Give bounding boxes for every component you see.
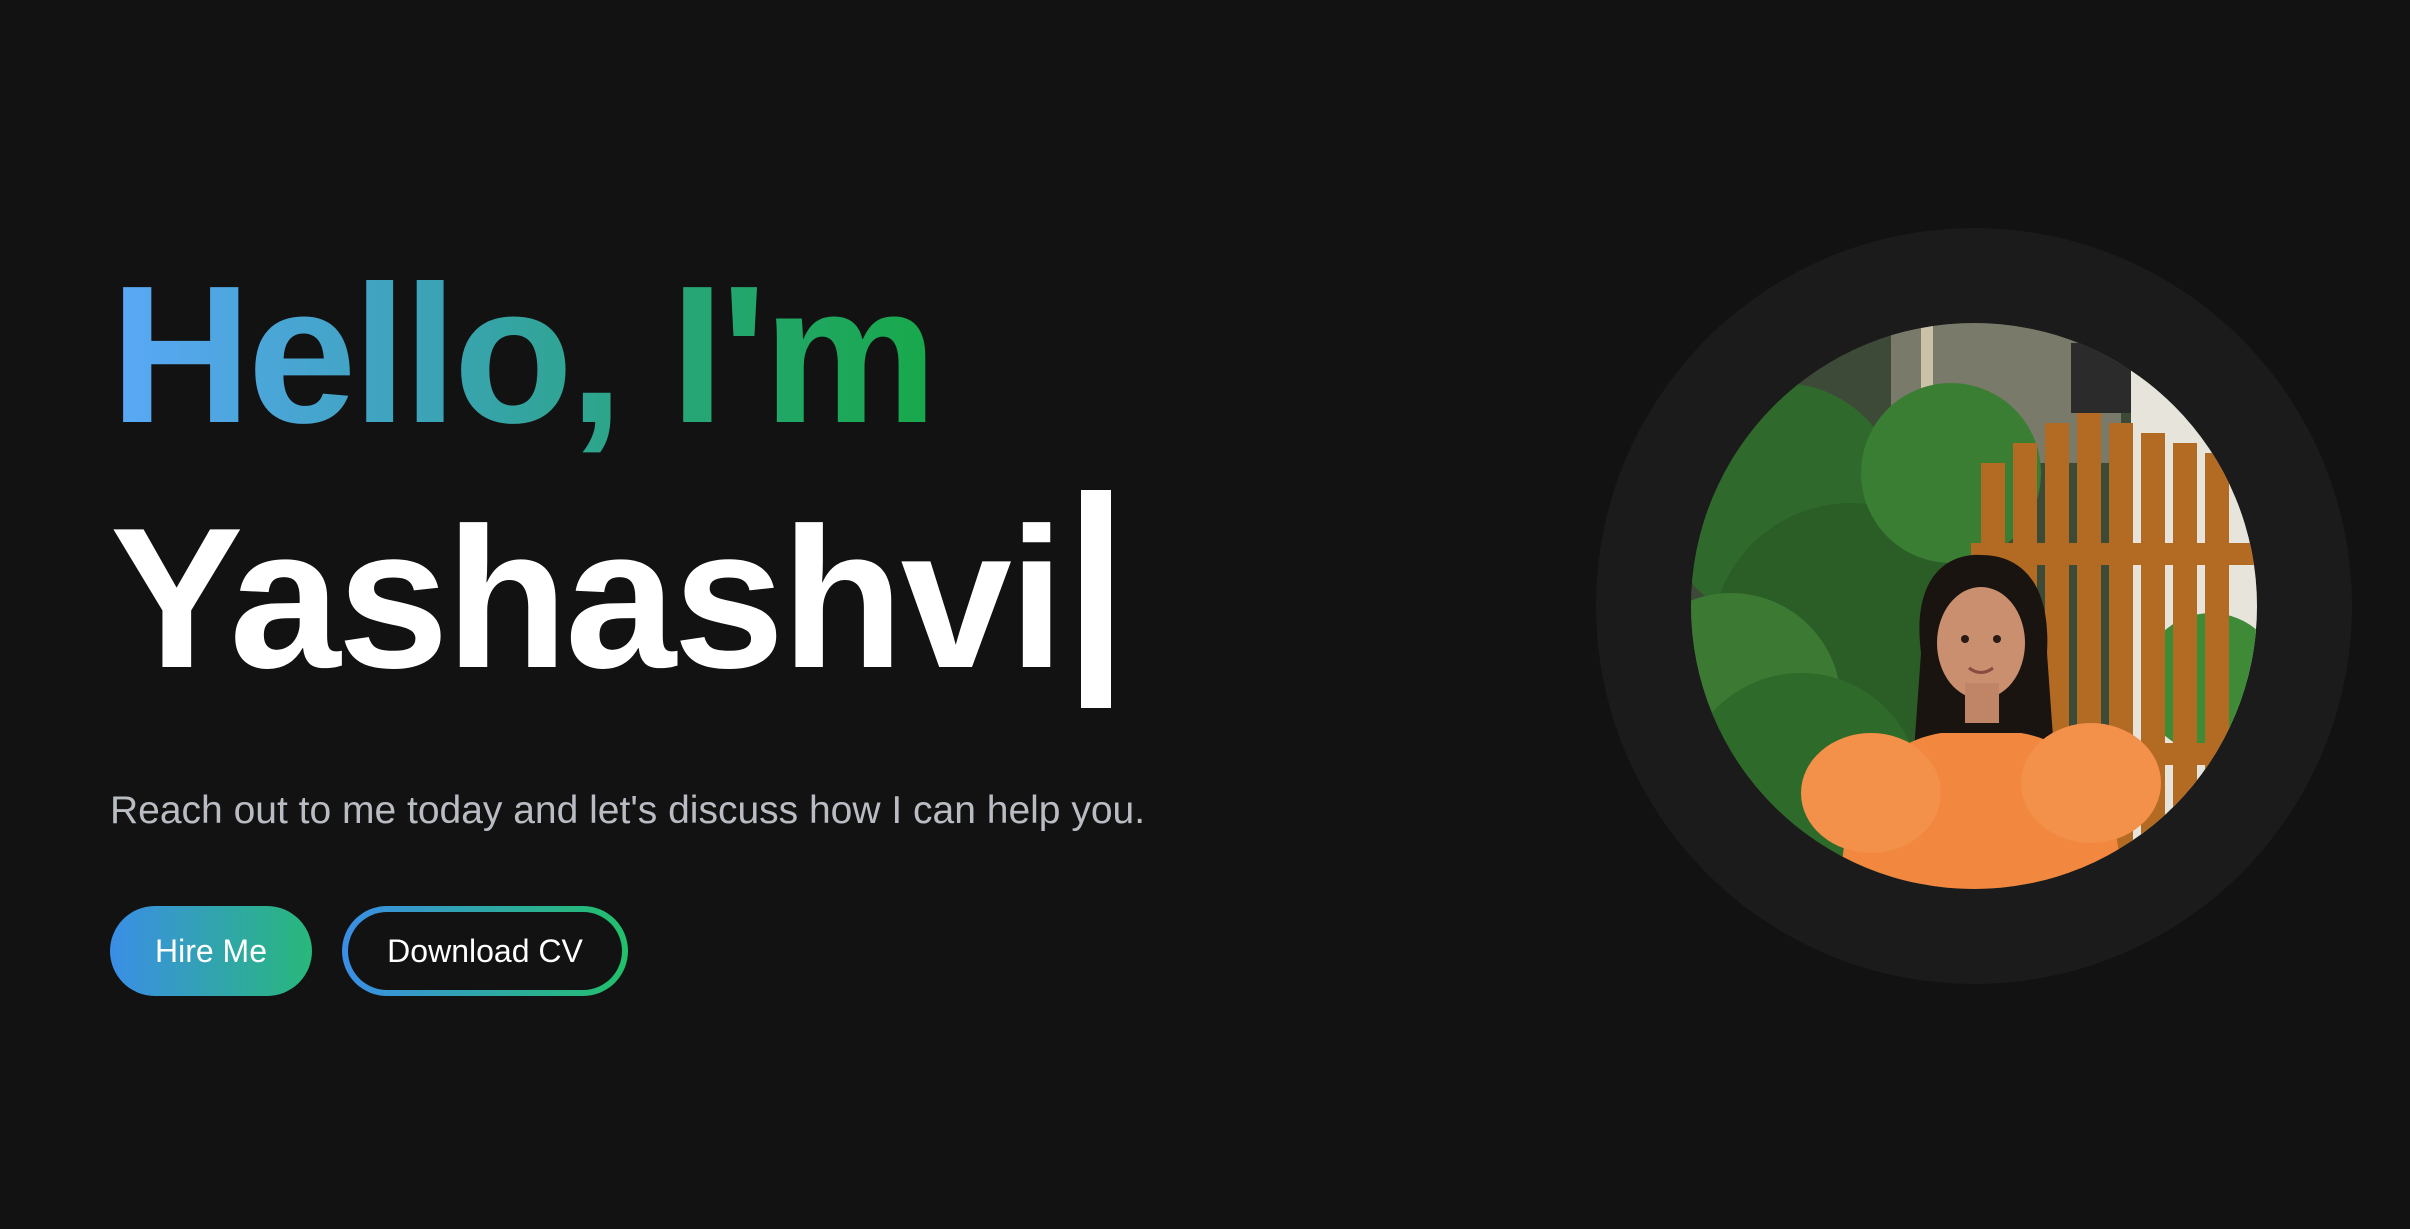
tagline: Reach out to me today and let's discuss … bbox=[110, 789, 1146, 832]
cta-buttons: Hire Me Download CV bbox=[110, 906, 1410, 996]
profile-photo-illustration bbox=[1691, 323, 2257, 889]
download-cv-button[interactable]: Download CV bbox=[342, 906, 628, 996]
typed-name: Yashashvi bbox=[110, 487, 1064, 710]
typing-cursor bbox=[1081, 490, 1112, 708]
download-cv-label: Download CV bbox=[348, 912, 622, 990]
profile-photo bbox=[1691, 323, 2257, 889]
greeting-heading: Hello, I'm bbox=[110, 240, 937, 470]
hero-section: Hello, I'm Yashashvi Reach out to me tod… bbox=[0, 0, 2410, 1229]
name-line: Yashashvi bbox=[110, 487, 1410, 710]
hire-me-button[interactable]: Hire Me bbox=[110, 906, 312, 996]
avatar-ring bbox=[1596, 228, 2352, 984]
hero-text: Hello, I'm Yashashvi Reach out to me tod… bbox=[110, 240, 1410, 996]
